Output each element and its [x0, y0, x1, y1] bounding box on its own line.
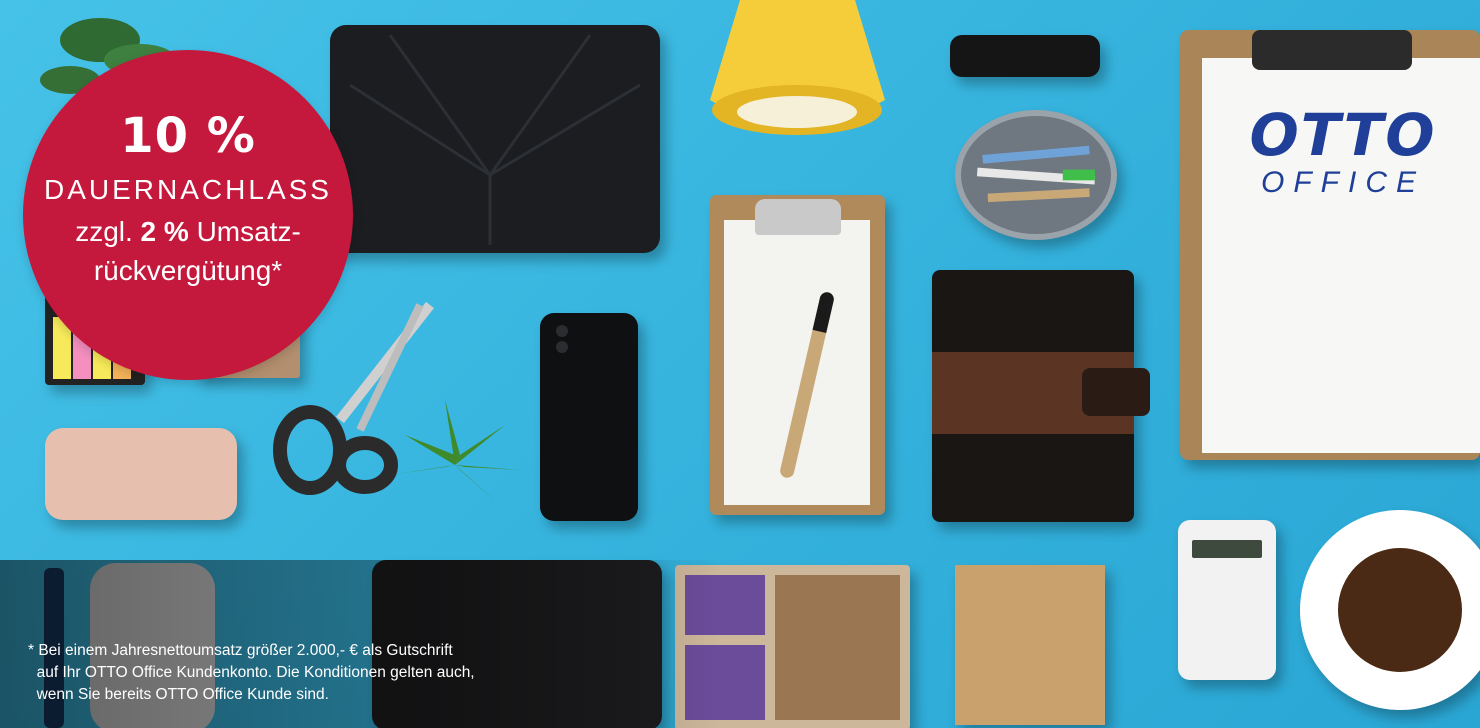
clipboard-icon — [710, 195, 885, 515]
discount-extra-post: Umsatz- — [188, 216, 301, 247]
discount-percent: 10 % — [120, 108, 256, 164]
calculator-icon — [1178, 520, 1276, 680]
box-icon — [955, 565, 1105, 725]
footnote-line: * Bei einem Jahresnettoumsatz größer 2.0… — [28, 642, 453, 659]
otto-office-logo: OTTO OFFICE — [1228, 105, 1458, 199]
coffee-cup-icon — [1300, 510, 1480, 710]
logo-brand: OTTO — [1249, 101, 1437, 169]
organizer-icon — [932, 270, 1150, 522]
discount-label: DAUERNACHLASS — [44, 174, 332, 205]
paper-sheet — [724, 220, 870, 505]
footnote-line: auf Ihr OTTO Office Kundenkonto. Die Kon… — [28, 664, 475, 681]
discount-extra-line2: rückvergütung* — [93, 255, 283, 286]
footnote-line: wenn Sie bereits OTTO Office Kunde sind. — [28, 686, 329, 703]
desk-lamp-icon — [710, 0, 885, 135]
camera-lens-icon — [556, 325, 568, 337]
discount-extra-percent: 2 % — [140, 216, 189, 247]
organizer-tab — [1082, 368, 1150, 416]
smartphone-icon — [540, 313, 638, 521]
camera-lens-icon — [556, 341, 568, 353]
calculator-screen — [1192, 540, 1262, 558]
smartphone-icon — [45, 428, 237, 520]
clipboard-icon — [1180, 30, 1480, 460]
logo-sub: OFFICE — [1261, 166, 1425, 199]
discount-extra: zzgl. 2 % Umsatz- — [23, 216, 353, 248]
strap-icon — [950, 35, 1100, 77]
promo-banner: 10 % DAUERNACHLASS zzgl. 2 % Umsatz- rüc… — [0, 0, 1480, 728]
plant-icon — [390, 400, 520, 505]
footnote: * Bei einem Jahresnettoumsatz größer 2.0… — [28, 640, 628, 706]
tablet-icon — [330, 25, 660, 253]
pen-cup-icon — [955, 110, 1117, 240]
discount-extra-pre: zzgl. — [75, 216, 141, 247]
tray-compartment — [775, 575, 900, 720]
discount-badge: 10 % DAUERNACHLASS zzgl. 2 % Umsatz- rüc… — [23, 50, 353, 380]
clip-icon — [755, 199, 841, 235]
coffee — [1338, 548, 1462, 672]
clip-icon — [1252, 30, 1412, 70]
